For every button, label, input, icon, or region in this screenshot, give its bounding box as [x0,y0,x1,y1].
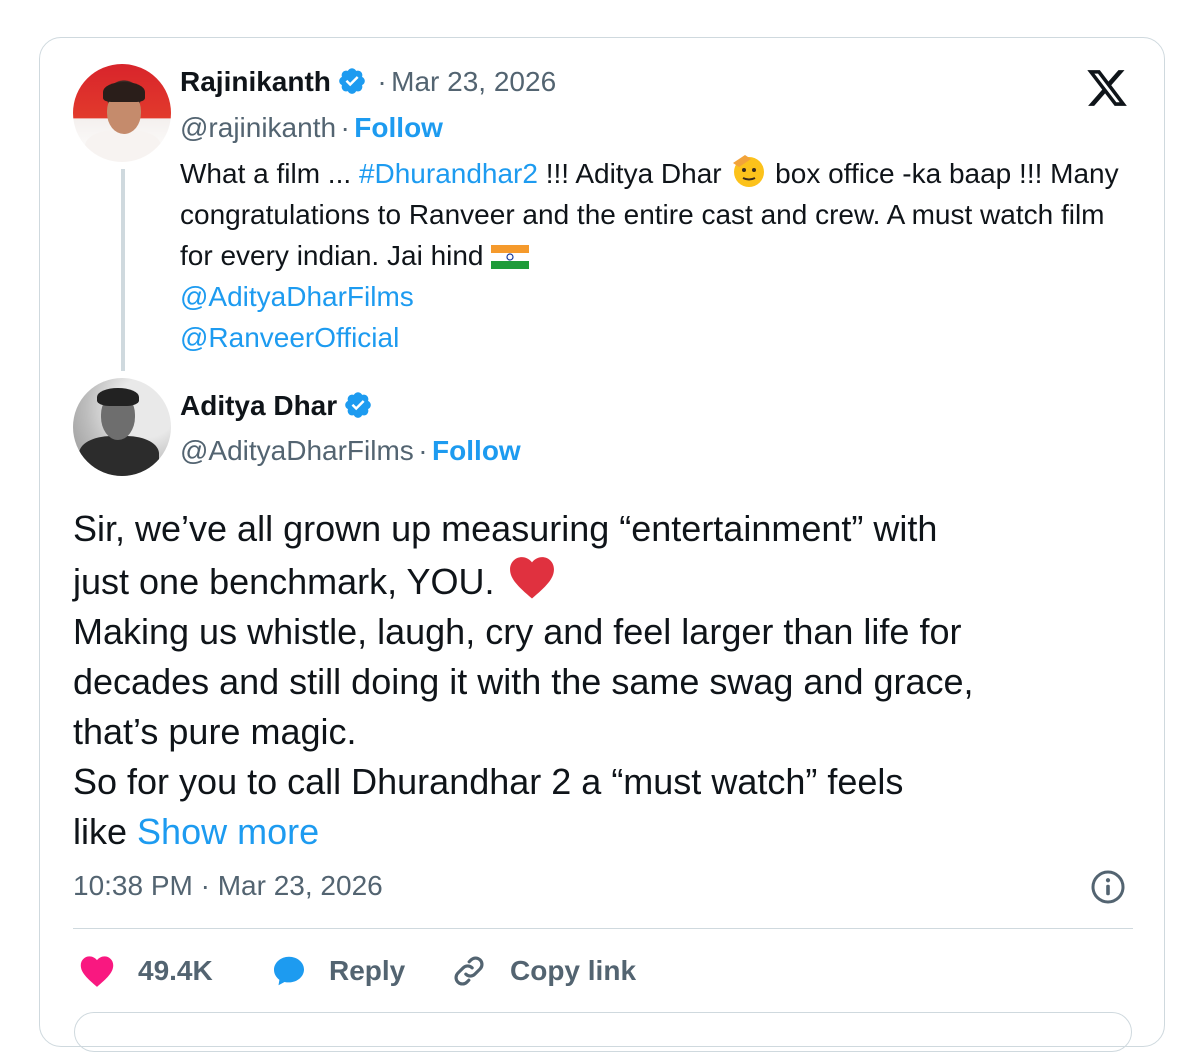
reply-label: Reply [329,955,406,986]
reply-handle-separator: · [418,435,428,466]
verified-badge-icon [345,392,371,418]
quoted-separator: · [377,66,387,97]
quoted-tweet-text: What a film ... #Dhurandhar2 !!! Aditya … [180,151,1120,358]
link-icon[interactable] [450,952,488,990]
quoted-date[interactable]: Mar 23, 2026 [391,66,556,97]
saluting-face-emoji-icon [733,155,765,187]
reply-tweet-text: Sir, we’ve all grown up measuring “enter… [73,504,1133,857]
india-flag-emoji-icon [491,245,530,269]
quoted-author-name[interactable]: Rajinikanth [180,66,331,97]
reply-action[interactable]: Reply [270,951,405,991]
show-more-link[interactable]: Show more [137,811,319,852]
verified-badge-icon [339,68,365,94]
quoted-tweet-header: Rajinikanth · Mar 23, 2026 [180,66,556,98]
reply-text-line: Sir, we’ve all grown up measuring “enter… [73,508,938,549]
reply-text-line: decades and still doing it with the same… [73,661,974,702]
tweet-timestamp[interactable]: 10:38 PM · Mar 23, 2026 [73,870,383,902]
heart-icon[interactable] [78,954,116,988]
follow-rajinikanth-button[interactable]: Follow [354,112,443,143]
mention-adityadharfilms-link[interactable]: @AdityaDharFilms [180,281,414,312]
copy-link-label: Copy link [510,955,637,986]
rajinikanth-avatar[interactable] [73,64,171,162]
reply-text-line: So for you to call Dhurandhar 2 a “must … [73,761,904,802]
follow-adityadharfilms-button[interactable]: Follow [432,435,521,466]
reply-author-name[interactable]: Aditya Dhar [180,390,337,421]
like-action[interactable]: 49.4K [78,951,213,991]
copy-link-action[interactable]: Copy link [450,951,636,991]
info-icon[interactable] [1090,869,1126,905]
quoted-text-part1: What a film ... [180,158,359,189]
like-count: 49.4K [138,955,213,986]
speech-bubble-icon[interactable] [270,953,308,989]
red-heart-emoji-icon [509,557,554,599]
quoted-handle[interactable]: @rajinikanth [180,112,336,143]
hashtag-dhurandhar2-link[interactable]: #Dhurandhar2 [359,158,538,189]
reply-handle-row: @AdityaDharFilms · Follow [180,435,521,467]
reply-text-line: Making us whistle, laugh, cry and feel l… [73,611,962,652]
reply-text-segment: just one benchmark, YOU. [73,561,505,602]
reply-text-segment: like [73,811,138,852]
thread-connector-line [121,169,125,371]
reply-text-line-with-heart: just one benchmark, YOU. [73,554,1133,607]
reply-handle[interactable]: @AdityaDharFilms [180,435,414,466]
mention-ranveerofficial-link[interactable]: @RanveerOfficial [180,322,399,353]
actions-divider [73,928,1133,929]
reply-text-last-line: like Show more [73,807,1133,857]
quoted-text-part2: !!! Aditya Dhar [537,158,730,189]
aditya-dhar-avatar[interactable] [73,378,171,476]
x-logo-icon[interactable] [1083,66,1131,110]
read-replies-button[interactable] [74,1012,1132,1052]
quoted-handle-row: @rajinikanth · Follow [180,112,443,144]
reply-tweet-header: Aditya Dhar [180,390,373,422]
quoted-handle-separator: · [340,112,350,143]
reply-text-line: that’s pure magic. [73,711,357,752]
